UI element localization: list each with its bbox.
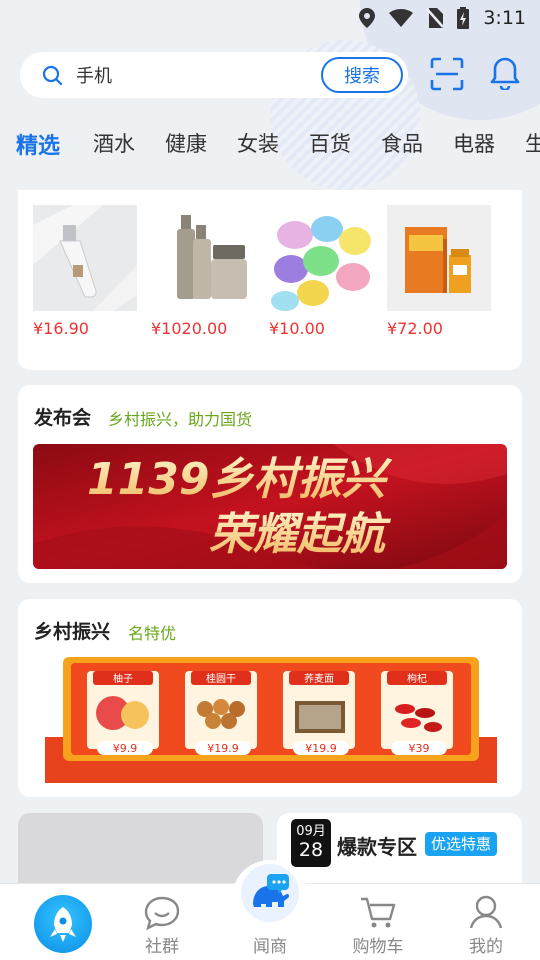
specialty-price: ¥19.9 <box>305 742 337 755</box>
tab-general-goods[interactable]: 百货 <box>309 128 351 158</box>
tab-featured[interactable]: 精选 <box>16 128 60 160</box>
specialty-price: ¥9.9 <box>113 742 138 755</box>
specialty-item-pomelo[interactable]: 柚子 ¥9.9 <box>87 671 159 755</box>
perfume-bottle-icon <box>33 205 137 311</box>
product-item[interactable]: ¥1020.00 <box>151 205 255 338</box>
specialty-name: 荞麦面 <box>304 673 334 685</box>
search-input[interactable] <box>76 60 326 90</box>
hot-deals-title: 爆款专区 <box>337 835 417 859</box>
specialty-banner[interactable]: 柚子 ¥9.9 桂圆干 ¥19.9 荞麦面 ¥19.9 枸杞 ¥39 <box>45 657 497 783</box>
search-icon <box>42 65 63 86</box>
health-box-icon <box>387 205 491 311</box>
product-item[interactable]: ¥16.90 <box>33 205 137 338</box>
launch-title: 发布会 <box>34 407 92 429</box>
rural-specialty-card[interactable]: 乡村振兴 名特优 柚子 ¥9.9 桂圆干 ¥19.9 荞麦面 ¥19.9 枸杞 … <box>18 599 522 797</box>
specialty-item-goji[interactable]: 枸杞 ¥39 <box>381 671 453 755</box>
rural-subtitle: 名特优 <box>128 624 177 643</box>
tab-appliances[interactable]: 电器 <box>453 128 495 158</box>
no-sim-icon <box>427 8 444 28</box>
status-time: 3:11 <box>483 7 526 29</box>
nav-label: 我的 <box>469 937 503 957</box>
banner-line1: 1139乡村振兴 <box>87 454 392 505</box>
banner-line2: 荣耀起航 <box>209 509 392 560</box>
laundry-pods-icon <box>269 205 373 311</box>
specialty-name: 柚子 <box>113 672 133 685</box>
tab-food[interactable]: 食品 <box>381 128 423 158</box>
launch-subtitle: 乡村振兴，助力国货 <box>108 410 253 429</box>
tab-womens-wear[interactable]: 女装 <box>237 128 279 158</box>
calendar-day: 28 <box>298 839 324 861</box>
launch-banner[interactable]: 1139乡村振兴 荣耀起航 <box>33 444 507 569</box>
tab-liquor[interactable]: 酒水 <box>93 128 135 158</box>
cart-icon <box>361 897 396 928</box>
rural-title: 乡村振兴 <box>34 621 111 643</box>
calendar-month: 09月 <box>296 824 326 839</box>
product-price: ¥10.00 <box>269 319 325 338</box>
location-icon <box>359 8 376 28</box>
specialty-price: ¥39 <box>409 742 430 755</box>
tab-more[interactable]: 生 <box>525 128 540 158</box>
launch-event-card[interactable]: 发布会 乡村振兴，助力国货 1139乡村振兴 荣耀起航 <box>18 385 522 583</box>
search-button[interactable]: 搜索 <box>321 57 403 93</box>
specialty-name: 桂圆干 <box>206 672 236 685</box>
chat-bubble-icon <box>144 896 180 930</box>
nav-label: 购物车 <box>352 937 404 957</box>
calendar-icon: 09月 28 <box>291 819 331 867</box>
tab-health[interactable]: 健康 <box>165 128 207 158</box>
product-price: ¥16.90 <box>33 319 89 338</box>
hot-deals-badge: 优选特惠 <box>425 832 498 856</box>
product-price: ¥1020.00 <box>151 319 228 338</box>
product-price: ¥72.00 <box>387 319 443 338</box>
wifi-icon <box>389 9 414 27</box>
cosmetics-set-icon <box>151 205 255 311</box>
battery-icon <box>457 7 470 29</box>
product-item[interactable]: ¥10.00 <box>269 205 373 338</box>
specialty-name: 枸杞 <box>407 672 427 685</box>
category-tabs: 精选 酒水 健康 女装 百货 食品 电器 生 <box>0 128 540 164</box>
product-strip-card: ¥16.90 ¥1020.00 ¥10.00 ¥72.00 <box>18 190 522 370</box>
specialty-item-longan[interactable]: 桂圆干 ¥19.9 <box>185 671 257 755</box>
rocket-icon <box>34 895 92 953</box>
specialty-item-buckwheat-noodles[interactable]: 荞麦面 ¥19.9 <box>283 671 355 755</box>
user-icon <box>469 895 503 929</box>
specialty-price: ¥19.9 <box>207 742 239 755</box>
nav-label: 社群 <box>145 937 179 957</box>
product-item[interactable]: ¥72.00 <box>387 205 491 338</box>
elephant-chat-icon[interactable] <box>241 864 299 922</box>
scan-icon[interactable] <box>430 57 464 91</box>
status-bar: 3:11 <box>359 0 540 36</box>
bell-icon[interactable] <box>489 56 521 90</box>
search-bar[interactable]: 搜索 <box>20 52 408 98</box>
